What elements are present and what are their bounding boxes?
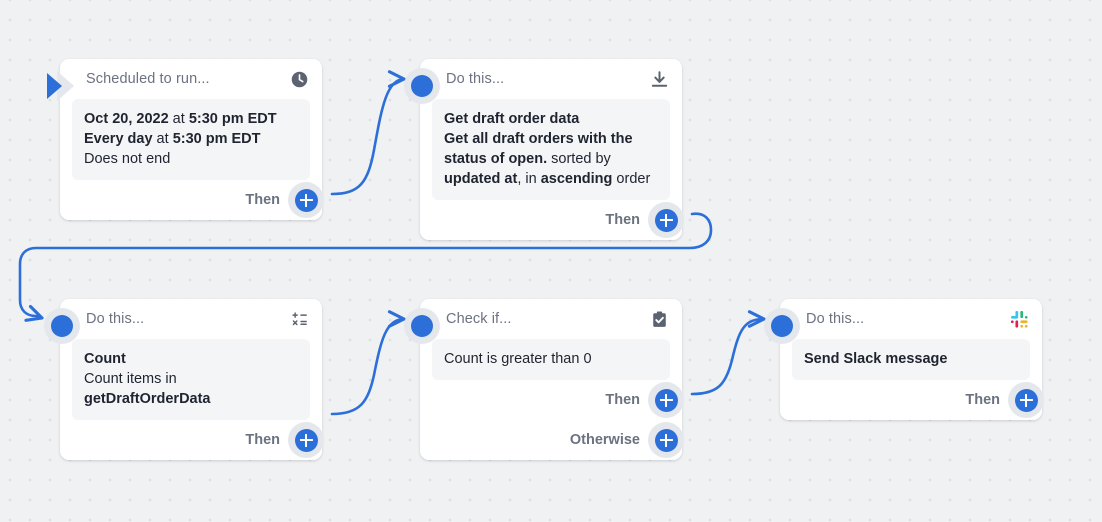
body-line: status of open. sorted by	[444, 149, 658, 169]
connector-word: at	[152, 131, 173, 147]
card-header: Do this...	[420, 59, 682, 99]
card-title: Scheduled to run...	[86, 71, 210, 87]
card-title: Check if...	[446, 311, 512, 327]
connector-check-to-slack	[690, 310, 766, 396]
card-title: Do this...	[806, 311, 865, 327]
plus-icon	[294, 188, 318, 212]
entry-dot-inner	[771, 315, 793, 337]
card-footer: Then	[420, 200, 684, 240]
body-line: Does not end	[84, 149, 298, 169]
condition-expression: Count is greater than 0	[444, 351, 592, 367]
card-footer-otherwise: Otherwise	[420, 420, 684, 460]
node-card-send-slack-message[interactable]: Do this... Send Slack message Then	[764, 299, 1044, 420]
entry-dot-inner	[411, 315, 433, 337]
card-title: Do this...	[446, 71, 505, 87]
body-line: Count	[84, 349, 298, 369]
schedule-frequency: Every day	[84, 131, 153, 147]
footer-label-then: Then	[605, 392, 640, 408]
add-step-button[interactable]	[288, 182, 324, 218]
sort-field: updated at	[444, 171, 518, 187]
plus-icon	[294, 428, 318, 452]
footer-label-then: Then	[605, 212, 640, 228]
add-step-button[interactable]	[288, 422, 324, 458]
card-header: Check if...	[420, 299, 682, 339]
download-icon	[650, 70, 669, 89]
add-otherwise-step-button[interactable]	[648, 422, 684, 458]
sort-direction: ascending	[540, 171, 613, 187]
node-card-check-if[interactable]: Check if... Count is greater than 0 Then…	[404, 299, 684, 460]
card-header: Do this...	[780, 299, 1042, 339]
card-body-send-slack-message: Send Slack message	[792, 339, 1030, 380]
footer-label-then: Then	[245, 432, 280, 448]
count-source-variable: getDraftOrderData	[84, 391, 211, 407]
card-footer: Then	[60, 180, 324, 220]
body-line: Oct 20, 2022 at 5:30 pm EDT	[84, 109, 298, 129]
card-footer: Then	[780, 380, 1044, 420]
add-step-button[interactable]	[648, 202, 684, 238]
node-entry-dot	[404, 68, 440, 104]
schedule-repeat-time: 5:30 pm EDT	[172, 131, 261, 147]
body-line: Get draft order data	[444, 109, 658, 129]
body-line: updated at, in ascending order	[444, 169, 658, 189]
entry-dot-inner	[51, 315, 73, 337]
action-detail: Get all draft orders with the	[444, 131, 633, 147]
sort-label: sorted by	[547, 151, 611, 167]
slack-icon	[1010, 310, 1029, 329]
count-description: Count items in	[84, 371, 177, 387]
card-title: Do this...	[86, 311, 145, 327]
body-line: Every day at 5:30 pm EDT	[84, 129, 298, 149]
action-title: Send Slack message	[804, 351, 948, 367]
node-card-trigger[interactable]: Scheduled to run... Oct 20, 2022 at 5:30…	[47, 59, 324, 220]
node-entry-dot	[404, 308, 440, 344]
action-title: Count	[84, 351, 126, 367]
plus-icon	[654, 208, 678, 232]
card-body-check-if: Count is greater than 0	[432, 339, 670, 380]
card-body-get-draft-order-data: Get draft order data Get all draft order…	[432, 99, 670, 200]
add-step-button[interactable]	[648, 382, 684, 418]
node-entry-dot	[764, 308, 800, 344]
start-trigger-icon	[43, 67, 81, 105]
connector-count-to-check	[330, 310, 406, 416]
clipboard-check-icon	[650, 310, 669, 329]
card-footer-then: Then	[420, 380, 684, 420]
clock-icon	[290, 70, 309, 89]
card-header: Scheduled to run...	[60, 59, 322, 99]
body-line: Count items in getDraftOrderData	[84, 369, 298, 409]
body-line: Count is greater than 0	[444, 349, 658, 369]
card-body-count: Count Count items in getDraftOrderData	[72, 339, 310, 420]
connector-word: , in	[517, 171, 541, 187]
card-header: Do this...	[60, 299, 322, 339]
plus-icon	[654, 388, 678, 412]
card-footer: Then	[60, 420, 324, 460]
node-card-count[interactable]: Do this... Count Count items in getDraft…	[44, 299, 324, 460]
action-title: Get draft order data	[444, 111, 580, 127]
body-line: Get all draft orders with the	[444, 129, 658, 149]
filter-status: status of open.	[444, 151, 548, 167]
math-operations-icon	[290, 310, 309, 329]
add-step-button[interactable]	[1008, 382, 1044, 418]
body-line: Send Slack message	[804, 349, 1018, 369]
plus-icon	[1014, 388, 1038, 412]
entry-dot-inner	[411, 75, 433, 97]
connector-word: at	[168, 111, 189, 127]
card-body-trigger: Oct 20, 2022 at 5:30 pm EDT Every day at…	[72, 99, 310, 180]
order-word: order	[612, 171, 651, 187]
footer-label-then: Then	[245, 192, 280, 208]
schedule-end-rule: Does not end	[84, 151, 171, 167]
plus-icon	[654, 428, 678, 452]
node-card-get-draft-order-data[interactable]: Do this... Get draft order data Get all …	[404, 59, 684, 240]
footer-label-otherwise: Otherwise	[569, 432, 640, 448]
schedule-start-date: Oct 20, 2022	[84, 111, 169, 127]
footer-label-then: Then	[965, 392, 1000, 408]
node-entry-dot	[44, 308, 80, 344]
connector-trigger-to-get	[330, 70, 406, 196]
workflow-canvas[interactable]: Scheduled to run... Oct 20, 2022 at 5:30…	[0, 0, 1102, 522]
schedule-start-time: 5:30 pm EDT	[188, 111, 277, 127]
